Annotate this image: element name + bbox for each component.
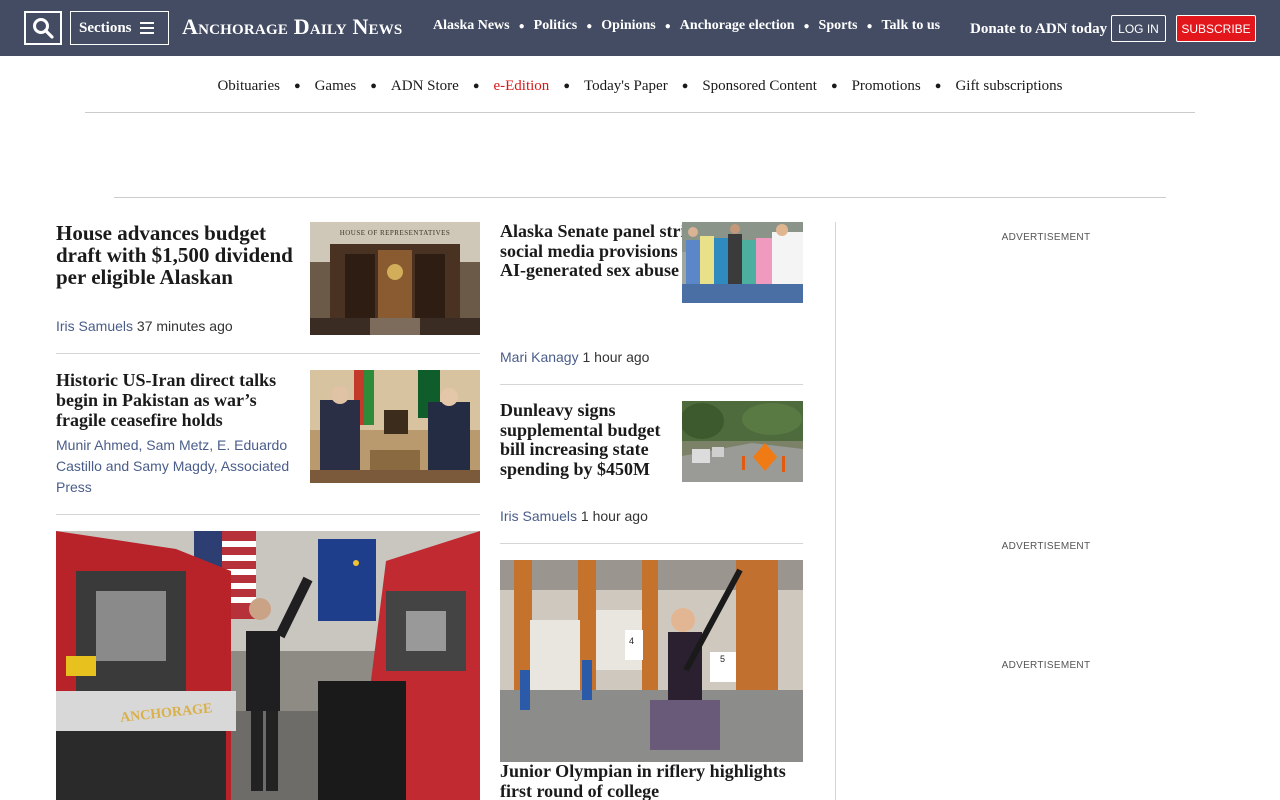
timestamp: 37 minutes ago [136, 318, 233, 334]
ad-label: ADVERTISEMENT [1001, 232, 1091, 243]
subnav-sponsored-content[interactable]: Sponsored Content [702, 78, 817, 95]
subnav-e-edition[interactable]: e-Edition [493, 78, 549, 95]
sections-label: Sections [79, 19, 132, 36]
author-link[interactable]: Mari Kanagy [500, 349, 579, 365]
search-button[interactable] [24, 11, 62, 45]
article-headline-us-iran[interactable]: Historic US-Iran direct talks begin in P… [56, 370, 301, 430]
nav-politics[interactable]: Politics [534, 18, 578, 34]
article-byline: Munir Ahmed, Sam Metz, E. Eduardo Castil… [56, 435, 301, 498]
article-image-firefighter[interactable]: ANCHORAGE [56, 531, 480, 800]
article-divider [56, 353, 480, 354]
lane-number: 4 [629, 636, 635, 646]
article-image-talks[interactable] [310, 370, 480, 483]
top-bar: Sections Anchorage Daily News Alaska New… [0, 0, 1280, 56]
nav-sports[interactable]: Sports [819, 18, 858, 34]
author-link[interactable]: Iris Samuels [56, 318, 133, 334]
secondary-nav: Obituaries ● Games ● ADN Store ● e-Edition ●… [85, 78, 1195, 113]
article-divider [56, 514, 480, 515]
sections-button[interactable]: Sections [70, 11, 169, 45]
subnav-obituaries[interactable]: Obituaries [217, 78, 279, 95]
article-headline-riflery[interactable]: Junior Olympian in riflery highlights fi… [500, 761, 800, 800]
subnav-gift-subscriptions[interactable]: Gift subscriptions [955, 78, 1062, 95]
article-headline-dunleavy[interactable]: Dunleavy signs supplemental budget bill … [500, 400, 672, 480]
ad-label: ADVERTISEMENT [1001, 541, 1091, 552]
nav-anchorage-election[interactable]: Anchorage election [680, 18, 795, 34]
article-image-road-construction[interactable] [682, 401, 803, 482]
lane-number: 5 [720, 654, 726, 664]
login-button[interactable]: LOG IN [1111, 15, 1166, 42]
article-image-teens-phones[interactable] [682, 222, 803, 303]
timestamp: 1 hour ago [580, 508, 648, 524]
ad-divider [114, 197, 1166, 198]
timestamp: 1 hour ago [582, 349, 650, 365]
subnav-games[interactable]: Games [315, 78, 357, 95]
author-link[interactable]: Munir Ahmed, Sam Metz, E. Eduardo Castil… [56, 437, 289, 495]
hamburger-icon [140, 22, 154, 34]
site-logo[interactable]: Anchorage Daily News [182, 14, 402, 40]
article-byline: Iris Samuels 37 minutes ago [56, 316, 296, 337]
subscribe-button[interactable]: SUBSCRIBE [1176, 15, 1256, 42]
subnav-promotions[interactable]: Promotions [852, 78, 921, 95]
article-divider [500, 384, 803, 385]
donate-link[interactable]: Donate to ADN today [970, 21, 1107, 38]
image-sign-text: HOUSE OF REPRESENTATIVES [339, 229, 451, 237]
article-byline: Mari Kanagy 1 hour ago [500, 347, 800, 368]
subnav-todays-paper[interactable]: Today's Paper [584, 78, 668, 95]
nav-opinions[interactable]: Opinions [601, 18, 655, 34]
article-image-house-chamber[interactable]: HOUSE OF REPRESENTATIVES [310, 222, 480, 335]
subnav-adn-store[interactable]: ADN Store [391, 78, 459, 95]
main-nav: Alaska News ● Politics ● Opinions ● Anchora… [433, 18, 941, 34]
search-icon [33, 18, 54, 39]
article-headline-budget[interactable]: House advances budget draft with $1,500 … [56, 222, 296, 288]
nav-alaska-news[interactable]: Alaska News [433, 18, 510, 34]
ad-label: ADVERTISEMENT [1001, 660, 1091, 671]
article-image-riflery[interactable]: 4 5 [500, 560, 803, 762]
column-divider [835, 222, 836, 800]
nav-talk-to-us[interactable]: Talk to us [882, 18, 941, 34]
article-divider [500, 543, 803, 544]
author-link[interactable]: Iris Samuels [500, 508, 577, 524]
article-byline: Iris Samuels 1 hour ago [500, 506, 800, 527]
